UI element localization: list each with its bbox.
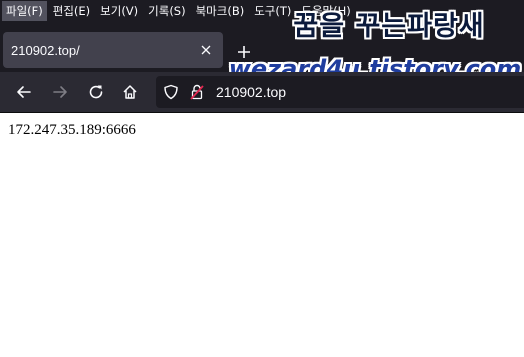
menu-history[interactable]: 기록(S) <box>144 1 189 21</box>
browser-window: 파일(F) 편집(E) 보기(V) 기록(S) 북마크(B) 도구(T) 도움말… <box>0 0 524 357</box>
menu-edit[interactable]: 편집(E) <box>49 1 94 21</box>
close-icon[interactable] <box>193 37 219 63</box>
reload-icon[interactable] <box>82 78 110 106</box>
menu-view[interactable]: 보기(V) <box>96 1 142 21</box>
menu-file[interactable]: 파일(F) <box>2 1 47 21</box>
watermark-title: 꿈을 꾸는파랑새 <box>293 11 485 42</box>
shield-icon[interactable] <box>162 83 180 101</box>
url-text[interactable]: 210902.top <box>216 76 286 108</box>
insecure-lock-icon[interactable] <box>188 83 206 101</box>
menu-bookmarks[interactable]: 북마크(B) <box>192 1 249 21</box>
page-content: 172.247.35.189:6666 <box>0 113 524 357</box>
navigation-toolbar: 210902.top <box>0 72 524 112</box>
tab-active[interactable]: 210902.top/ <box>3 32 223 68</box>
arrow-right-icon[interactable] <box>46 78 74 106</box>
page-body-text: 172.247.35.189:6666 <box>8 122 136 138</box>
arrow-left-icon[interactable] <box>10 78 38 106</box>
url-bar[interactable]: 210902.top <box>156 76 524 108</box>
tab-title: 210902.top/ <box>11 42 80 58</box>
home-icon[interactable] <box>116 78 144 106</box>
